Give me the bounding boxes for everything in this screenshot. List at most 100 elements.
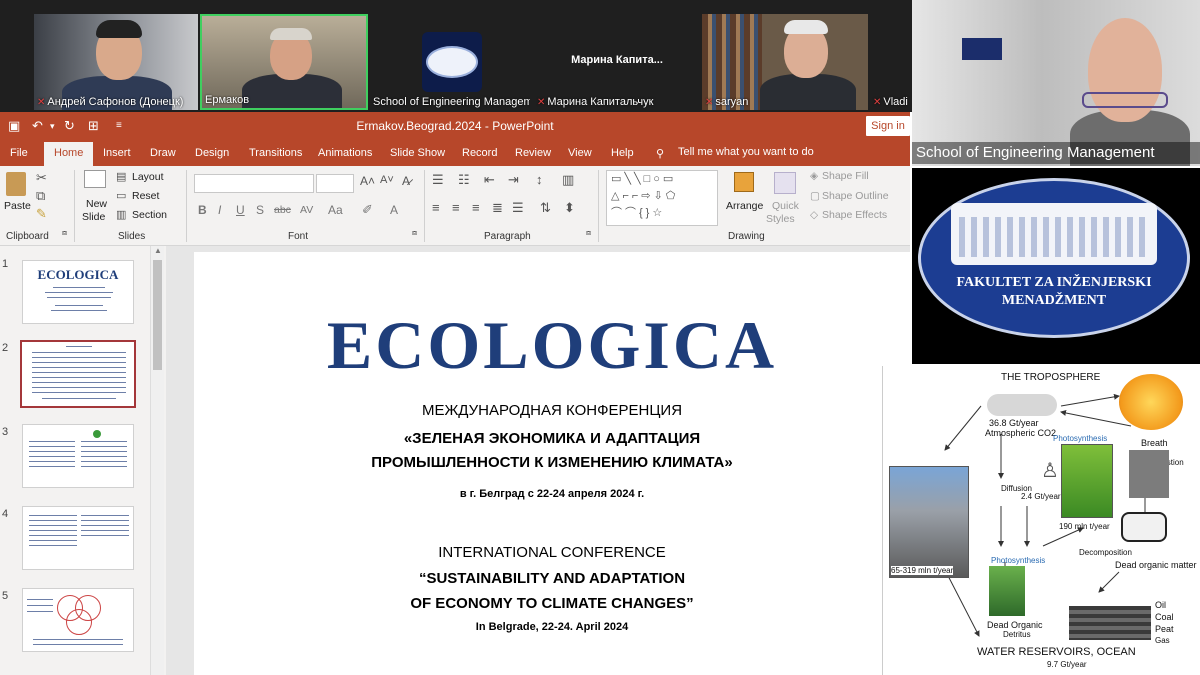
dialog-launcher-icon[interactable]: ⧈ xyxy=(62,228,67,238)
muted-mic-icon: ✕ xyxy=(705,97,714,108)
thumbnail-text-line xyxy=(29,446,75,447)
volcano-value: 65-319 mln t/year xyxy=(891,566,954,575)
columns-icon[interactable]: ▥ xyxy=(562,172,574,188)
tab-review[interactable]: Review xyxy=(515,147,551,159)
new-slide-button-label[interactable]: Slide xyxy=(82,211,105,223)
strikethrough-button[interactable]: abc xyxy=(274,204,291,216)
tab-file[interactable]: File xyxy=(10,147,28,159)
slide-thumbnail-5[interactable] xyxy=(22,588,134,652)
slide-thumbnail-3[interactable] xyxy=(22,424,134,488)
thumbnail-text-line xyxy=(29,461,75,462)
clear-formatting-icon[interactable]: A̷ xyxy=(402,174,410,188)
distributed-icon[interactable]: ☰ xyxy=(512,200,524,216)
slide-number: 3 xyxy=(2,426,9,438)
align-right-icon[interactable]: ≡ xyxy=(472,200,480,215)
tell-me-search[interactable]: Tell me what you want to do xyxy=(678,146,814,158)
new-slide-icon[interactable] xyxy=(84,170,106,188)
quick-styles-icon[interactable] xyxy=(774,172,796,194)
thumbnail-text-line xyxy=(81,520,129,521)
paste-icon[interactable] xyxy=(6,172,26,196)
numbering-icon[interactable]: ☷ xyxy=(458,172,470,188)
forest-image xyxy=(1061,444,1113,518)
highlight-icon[interactable]: ✐ xyxy=(362,202,373,218)
speaker-video[interactable]: School of Engineering Management xyxy=(912,0,1200,166)
dialog-launcher-icon[interactable]: ⧈ xyxy=(586,228,591,238)
font-name-field[interactable] xyxy=(194,174,314,193)
participant-tile[interactable]: ✕ saryan xyxy=(702,14,868,110)
copy-icon[interactable]: ⧉ xyxy=(36,188,45,204)
decrease-indent-icon[interactable]: ⇤ xyxy=(484,172,495,188)
shadow-button[interactable]: S xyxy=(256,203,264,217)
thumbnail-text-line xyxy=(32,392,126,393)
thumbnail-scrollbar[interactable]: ▲ xyxy=(150,246,164,675)
group-separator xyxy=(186,170,187,242)
participant-tile[interactable]: School of Engineering Management xyxy=(370,14,530,110)
scrollbar-thumb[interactable] xyxy=(153,260,162,370)
shape-fill-button[interactable]: Shape Fill xyxy=(822,170,869,182)
new-slide-button[interactable]: New xyxy=(86,198,107,210)
align-center-icon[interactable]: ≡ xyxy=(452,200,460,215)
slide-thumbnail-2[interactable] xyxy=(20,340,136,408)
tab-view[interactable]: View xyxy=(568,147,592,159)
thumbnail-text-line xyxy=(47,297,111,298)
italic-button[interactable]: I xyxy=(218,203,221,217)
paste-button[interactable]: Paste xyxy=(4,200,31,212)
slide-thumbnail-1[interactable]: ECOLOGICA xyxy=(22,260,134,324)
increase-font-icon[interactable]: A˄ xyxy=(360,174,375,188)
shape-outline-button[interactable]: Shape Outline xyxy=(822,190,889,202)
format-painter-icon[interactable]: ✎ xyxy=(36,206,47,222)
glasses xyxy=(1082,92,1168,108)
thumbnail-text-line xyxy=(45,292,113,293)
tab-slide-show[interactable]: Slide Show xyxy=(390,147,445,159)
quick-styles-button[interactable]: Quick xyxy=(772,200,799,212)
slide-thumbnail-4[interactable] xyxy=(22,506,134,570)
dialog-launcher-icon[interactable]: ⧈ xyxy=(412,228,417,238)
tab-insert[interactable]: Insert xyxy=(103,147,131,159)
tab-home[interactable]: Home xyxy=(44,142,94,166)
underline-button[interactable]: U xyxy=(236,203,245,217)
carbon-cycle-diagram[interactable]: THE TROPOSPHERE 36.8 Gt/year Atmospheric… xyxy=(882,366,1200,675)
bold-button[interactable]: B xyxy=(198,203,207,217)
powerpoint-window: ▣ ↶ ▾ ↻ ⊞ ≡ Ermakov.Beograd.2024 - Power… xyxy=(0,112,910,675)
tab-draw[interactable]: Draw xyxy=(150,147,176,159)
arrange-icon[interactable] xyxy=(734,172,754,192)
reset-button[interactable]: Reset xyxy=(132,190,159,202)
align-left-icon[interactable]: ≡ xyxy=(432,200,440,215)
tab-animations[interactable]: Animations xyxy=(318,147,372,159)
align-text-icon[interactable]: ⬍ xyxy=(564,200,575,216)
thumbnail-text-line xyxy=(81,530,129,531)
scroll-up-icon[interactable]: ▲ xyxy=(154,246,162,255)
bullets-icon[interactable]: ☰ xyxy=(432,172,444,188)
justify-icon[interactable]: ≣ xyxy=(492,200,503,216)
en-conference-title-line-1: “SUSTAINABILITY AND ADAPTATION xyxy=(418,570,686,587)
font-color-button[interactable]: A xyxy=(390,203,398,217)
decrease-font-icon[interactable]: A˅ xyxy=(380,174,394,186)
tab-design[interactable]: Design xyxy=(195,147,229,159)
shapes-gallery[interactable]: ▭╲╲□○▭ △⌐⌐⇨⇩⬠ ⌒⌒{}☆ xyxy=(606,170,718,226)
increase-indent-icon[interactable]: ⇥ xyxy=(508,172,519,188)
participant-tile-active[interactable]: Ермаков xyxy=(200,14,368,110)
slide-thumbnails: 1 ECOLOGICA 2 3 4 5 ▲ xyxy=(0,246,166,675)
faculty-emblem: FAKULTET ZA INŽENJERSKI MENADŽMENT xyxy=(918,178,1190,338)
participant-tile[interactable]: ✕ Vladi xyxy=(870,14,912,110)
current-slide[interactable]: ECOLOGICA МЕЖДУНАРОДНАЯ КОНФЕРЕНЦИЯ «ЗЕЛ… xyxy=(194,252,910,675)
participant-tile[interactable]: ✕ Андрей Сафонов (Донецк) xyxy=(34,14,198,110)
ribbon-tabs: File Home Insert Draw Design Transitions… xyxy=(0,140,910,166)
shape-effects-button[interactable]: Shape Effects xyxy=(822,209,887,221)
tab-help[interactable]: Help xyxy=(611,147,634,159)
arrange-button[interactable]: Arrange xyxy=(726,200,763,212)
cut-icon[interactable]: ✂ xyxy=(36,170,47,186)
change-case-button[interactable]: Aa xyxy=(328,203,343,217)
section-button[interactable]: Section xyxy=(132,209,167,221)
line-spacing-icon[interactable]: ↕ xyxy=(536,172,543,187)
tab-record[interactable]: Record xyxy=(462,147,497,159)
layout-button[interactable]: Layout xyxy=(132,171,164,183)
tab-transitions[interactable]: Transitions xyxy=(249,147,302,159)
faculty-logo-video[interactable]: FAKULTET ZA INŽENJERSKI MENADŽMENT xyxy=(912,168,1200,364)
participant-tile[interactable]: Марина Капита... ✕ Марина Капитальчук xyxy=(534,14,700,110)
sign-in-button[interactable]: Sign in xyxy=(866,116,910,136)
quick-styles-button-label[interactable]: Styles xyxy=(766,213,795,225)
character-spacing-button[interactable]: AV xyxy=(300,204,313,216)
font-size-field[interactable] xyxy=(316,174,354,193)
text-direction-icon[interactable]: ⇅ xyxy=(540,200,551,216)
